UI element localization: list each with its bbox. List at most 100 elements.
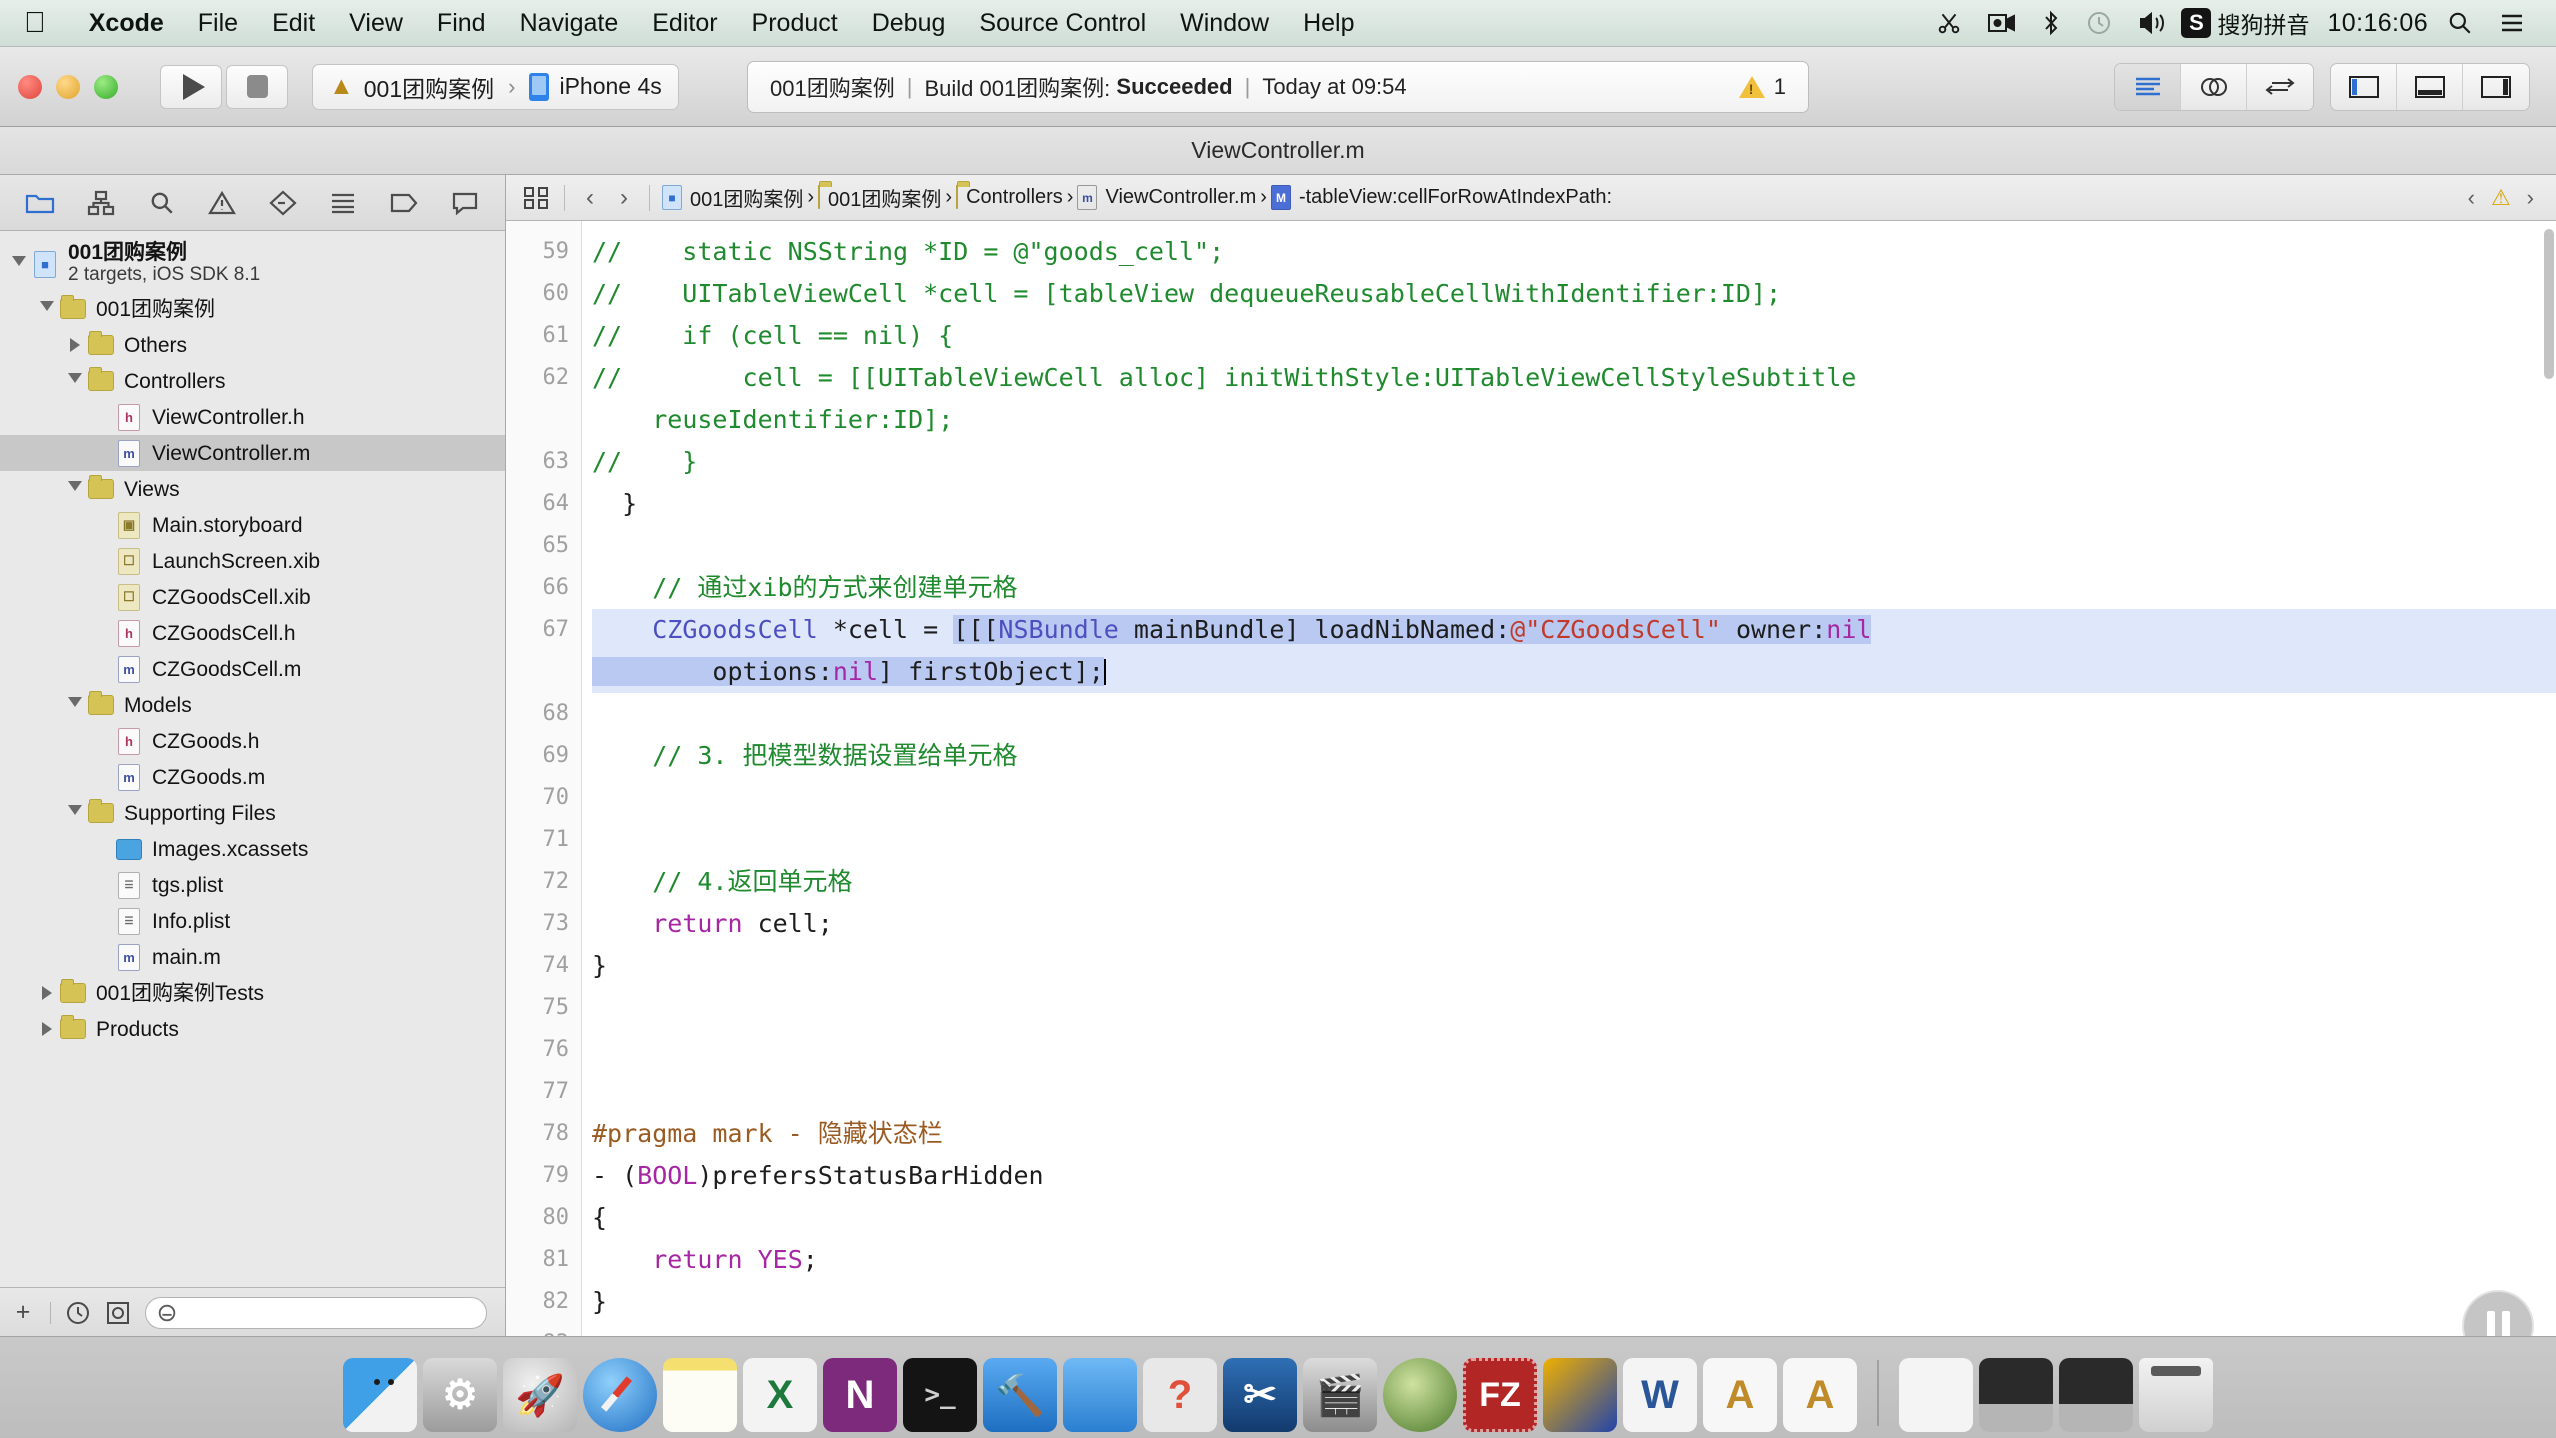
menu-item-source-control[interactable]: Source Control — [962, 0, 1163, 46]
dock-item-flash[interactable] — [1543, 1358, 1617, 1432]
tree-item-CZGoodsCell.xib-9[interactable]: ☐ CZGoodsCell.xib — [0, 579, 505, 615]
tree-item-CZGoodsCell.m-11[interactable]: m CZGoodsCell.m — [0, 651, 505, 687]
dock-item-illustrator-doc-2[interactable]: A — [1783, 1358, 1857, 1432]
tree-item-Controllers-3[interactable]: Controllers — [0, 363, 505, 399]
code-line-59[interactable]: // static NSString *ID = @"goods_cell"; — [592, 231, 2556, 273]
menu-item-window[interactable]: Window — [1163, 0, 1286, 46]
disclosure-triangle-closed-icon[interactable] — [36, 986, 58, 1000]
dock-item-documents-stack[interactable] — [1899, 1358, 1973, 1432]
menu-item-product[interactable]: Product — [735, 0, 855, 46]
search-icon[interactable] — [2434, 10, 2486, 36]
tree-item-CZGoods.h-13[interactable]: h CZGoods.h — [0, 723, 505, 759]
next-issue-icon[interactable]: › — [2527, 185, 2534, 211]
dock-item-finder[interactable] — [343, 1358, 417, 1432]
breadcrumb-item-3[interactable]: m ViewController.m — [1073, 185, 1260, 210]
dock-item-xcode[interactable]: 🔨 — [983, 1358, 1057, 1432]
dock-item-camtasia[interactable] — [1383, 1358, 1457, 1432]
toggle-debug-area-button[interactable] — [2397, 63, 2463, 110]
sidebar-item-debug-navigator[interactable] — [320, 181, 366, 225]
disclosure-triangle-open-icon[interactable] — [64, 804, 86, 822]
disclosure-triangle-closed-icon[interactable] — [36, 1022, 58, 1036]
menu-item-help[interactable]: Help — [1286, 0, 1371, 46]
tree-item-Views-6[interactable]: Views — [0, 471, 505, 507]
sidebar-item-find-navigator[interactable] — [139, 181, 185, 225]
run-button[interactable] — [160, 64, 222, 109]
tree-item-Models-12[interactable]: Models — [0, 687, 505, 723]
screen-record-icon[interactable] — [1975, 12, 2029, 34]
code-line-61[interactable]: // if (cell == nil) { — [592, 315, 2556, 357]
apple-logo-icon[interactable]:  — [24, 8, 46, 38]
breadcrumb-item-4[interactable]: M -tableView:cellForRowAtIndexPath: — [1267, 185, 1616, 210]
dock-item-screen-share-2[interactable] — [2059, 1358, 2133, 1432]
bluetooth-icon[interactable] — [2029, 10, 2073, 36]
time-machine-icon[interactable] — [2073, 10, 2125, 36]
menu-item-navigate[interactable]: Navigate — [503, 0, 636, 46]
volume-icon[interactable] — [2125, 10, 2181, 36]
code-line-68[interactable] — [592, 693, 2556, 735]
code-line-62[interactable]: // cell = [[UITableViewCell alloc] initW… — [592, 357, 2556, 441]
code-line-81[interactable]: return YES; — [592, 1239, 2556, 1281]
tree-item-main.m-19[interactable]: m main.m — [0, 939, 505, 975]
menu-item-debug[interactable]: Debug — [855, 0, 963, 46]
code-line-82[interactable]: } — [592, 1281, 2556, 1323]
filter-input[interactable] — [145, 1296, 487, 1329]
code-line-70[interactable] — [592, 777, 2556, 819]
menu-item-editor[interactable]: Editor — [635, 0, 734, 46]
sidebar-item-breakpoint-navigator[interactable] — [381, 181, 427, 225]
dock-item-illustrator-doc-1[interactable]: A — [1703, 1358, 1777, 1432]
dock-item-word[interactable]: W — [1623, 1358, 1697, 1432]
code-line-71[interactable] — [592, 819, 2556, 861]
dock-item-excel[interactable]: X — [743, 1358, 817, 1432]
warning-indicator[interactable]: 1 — [1738, 74, 1786, 100]
toggle-navigator-button[interactable] — [2331, 63, 2397, 110]
code-line-72[interactable]: // 4.返回单元格 — [592, 861, 2556, 903]
tree-item-SupportingFiles-15[interactable]: Supporting Files — [0, 795, 505, 831]
related-items-icon[interactable] — [516, 186, 556, 210]
menu-bar-clock[interactable]: 10:16:06 — [2327, 9, 2434, 38]
disclosure-triangle-open-icon[interactable] — [36, 300, 58, 318]
dock-item-onenote[interactable]: N — [823, 1358, 897, 1432]
plus-icon[interactable]: + — [10, 1298, 36, 1326]
code-line-74[interactable]: } — [592, 945, 2556, 987]
scheme-selector[interactable]: ▲ 001团购案例 › iPhone 4s — [312, 63, 679, 110]
notification-center-icon[interactable] — [2486, 11, 2538, 35]
code-line-77[interactable] — [592, 1071, 2556, 1113]
disclosure-triangle-closed-icon[interactable] — [64, 338, 86, 352]
code-line-64[interactable]: } — [592, 483, 2556, 525]
tree-item-Info.plist-18[interactable]: ☰ Info.plist — [0, 903, 505, 939]
menu-item-file[interactable]: File — [181, 0, 255, 46]
tree-item-001-0[interactable]: ■ 001团购案例 2 targets, iOS SDK 8.1 — [0, 237, 505, 291]
dock-item-safari[interactable] — [583, 1358, 657, 1432]
code-line-67[interactable]: CZGoodsCell *cell = [[[NSBundle mainBund… — [592, 609, 2556, 693]
toggle-utilities-button[interactable] — [2463, 64, 2529, 110]
source-editor[interactable]: 59 60 61 62 63 64 65 66 67 68 69 70 71 72 73 74 75 76 77 78… — [506, 221, 2556, 1337]
dock-item-quicktime[interactable]: 🎬 — [1303, 1358, 1377, 1432]
scissors-icon[interactable] — [1923, 10, 1975, 36]
dock-item-trash[interactable] — [2139, 1358, 2213, 1432]
stop-button[interactable] — [226, 64, 288, 109]
dock-item-launchpad[interactable]: 🚀 — [503, 1358, 577, 1432]
clock-icon[interactable] — [65, 1300, 91, 1326]
dock-item-filezilla[interactable]: FZ — [1463, 1358, 1537, 1432]
prev-issue-icon[interactable]: ‹ — [2468, 185, 2475, 211]
minimize-button[interactable] — [56, 74, 80, 99]
code-line-69[interactable]: // 3. 把模型数据设置给单元格 — [592, 735, 2556, 777]
code-line-75[interactable] — [592, 987, 2556, 1029]
tree-item-ViewController.m-5[interactable]: m ViewController.m — [0, 435, 505, 471]
version-editor-button[interactable] — [2247, 64, 2313, 110]
code-line-83[interactable] — [592, 1323, 2556, 1337]
code-line-63[interactable]: // } — [592, 441, 2556, 483]
tree-item-LaunchScreen.xib-8[interactable]: ☐ LaunchScreen.xib — [0, 543, 505, 579]
disclosure-triangle-open-icon[interactable] — [8, 255, 30, 273]
menu-item-edit[interactable]: Edit — [255, 0, 332, 46]
tree-item-Images.xcassets-16[interactable]: Images.xcassets — [0, 831, 505, 867]
sidebar-item-symbol-navigator[interactable] — [78, 181, 124, 225]
sidebar-item-log-navigator[interactable] — [442, 181, 488, 225]
project-navigator-tree[interactable]: ■ 001团购案例 2 targets, iOS SDK 8.1 001团购案例 Oth… — [0, 231, 505, 1287]
tree-item-CZGoodsCell.h-10[interactable]: h CZGoodsCell.h — [0, 615, 505, 651]
code-line-73[interactable]: return cell; — [592, 903, 2556, 945]
tree-item-tgs.plist-17[interactable]: ☰ tgs.plist — [0, 867, 505, 903]
sidebar-item-test-navigator[interactable] — [260, 181, 306, 225]
disclosure-triangle-open-icon[interactable] — [64, 372, 86, 390]
sidebar-item-issue-navigator[interactable] — [199, 181, 245, 225]
